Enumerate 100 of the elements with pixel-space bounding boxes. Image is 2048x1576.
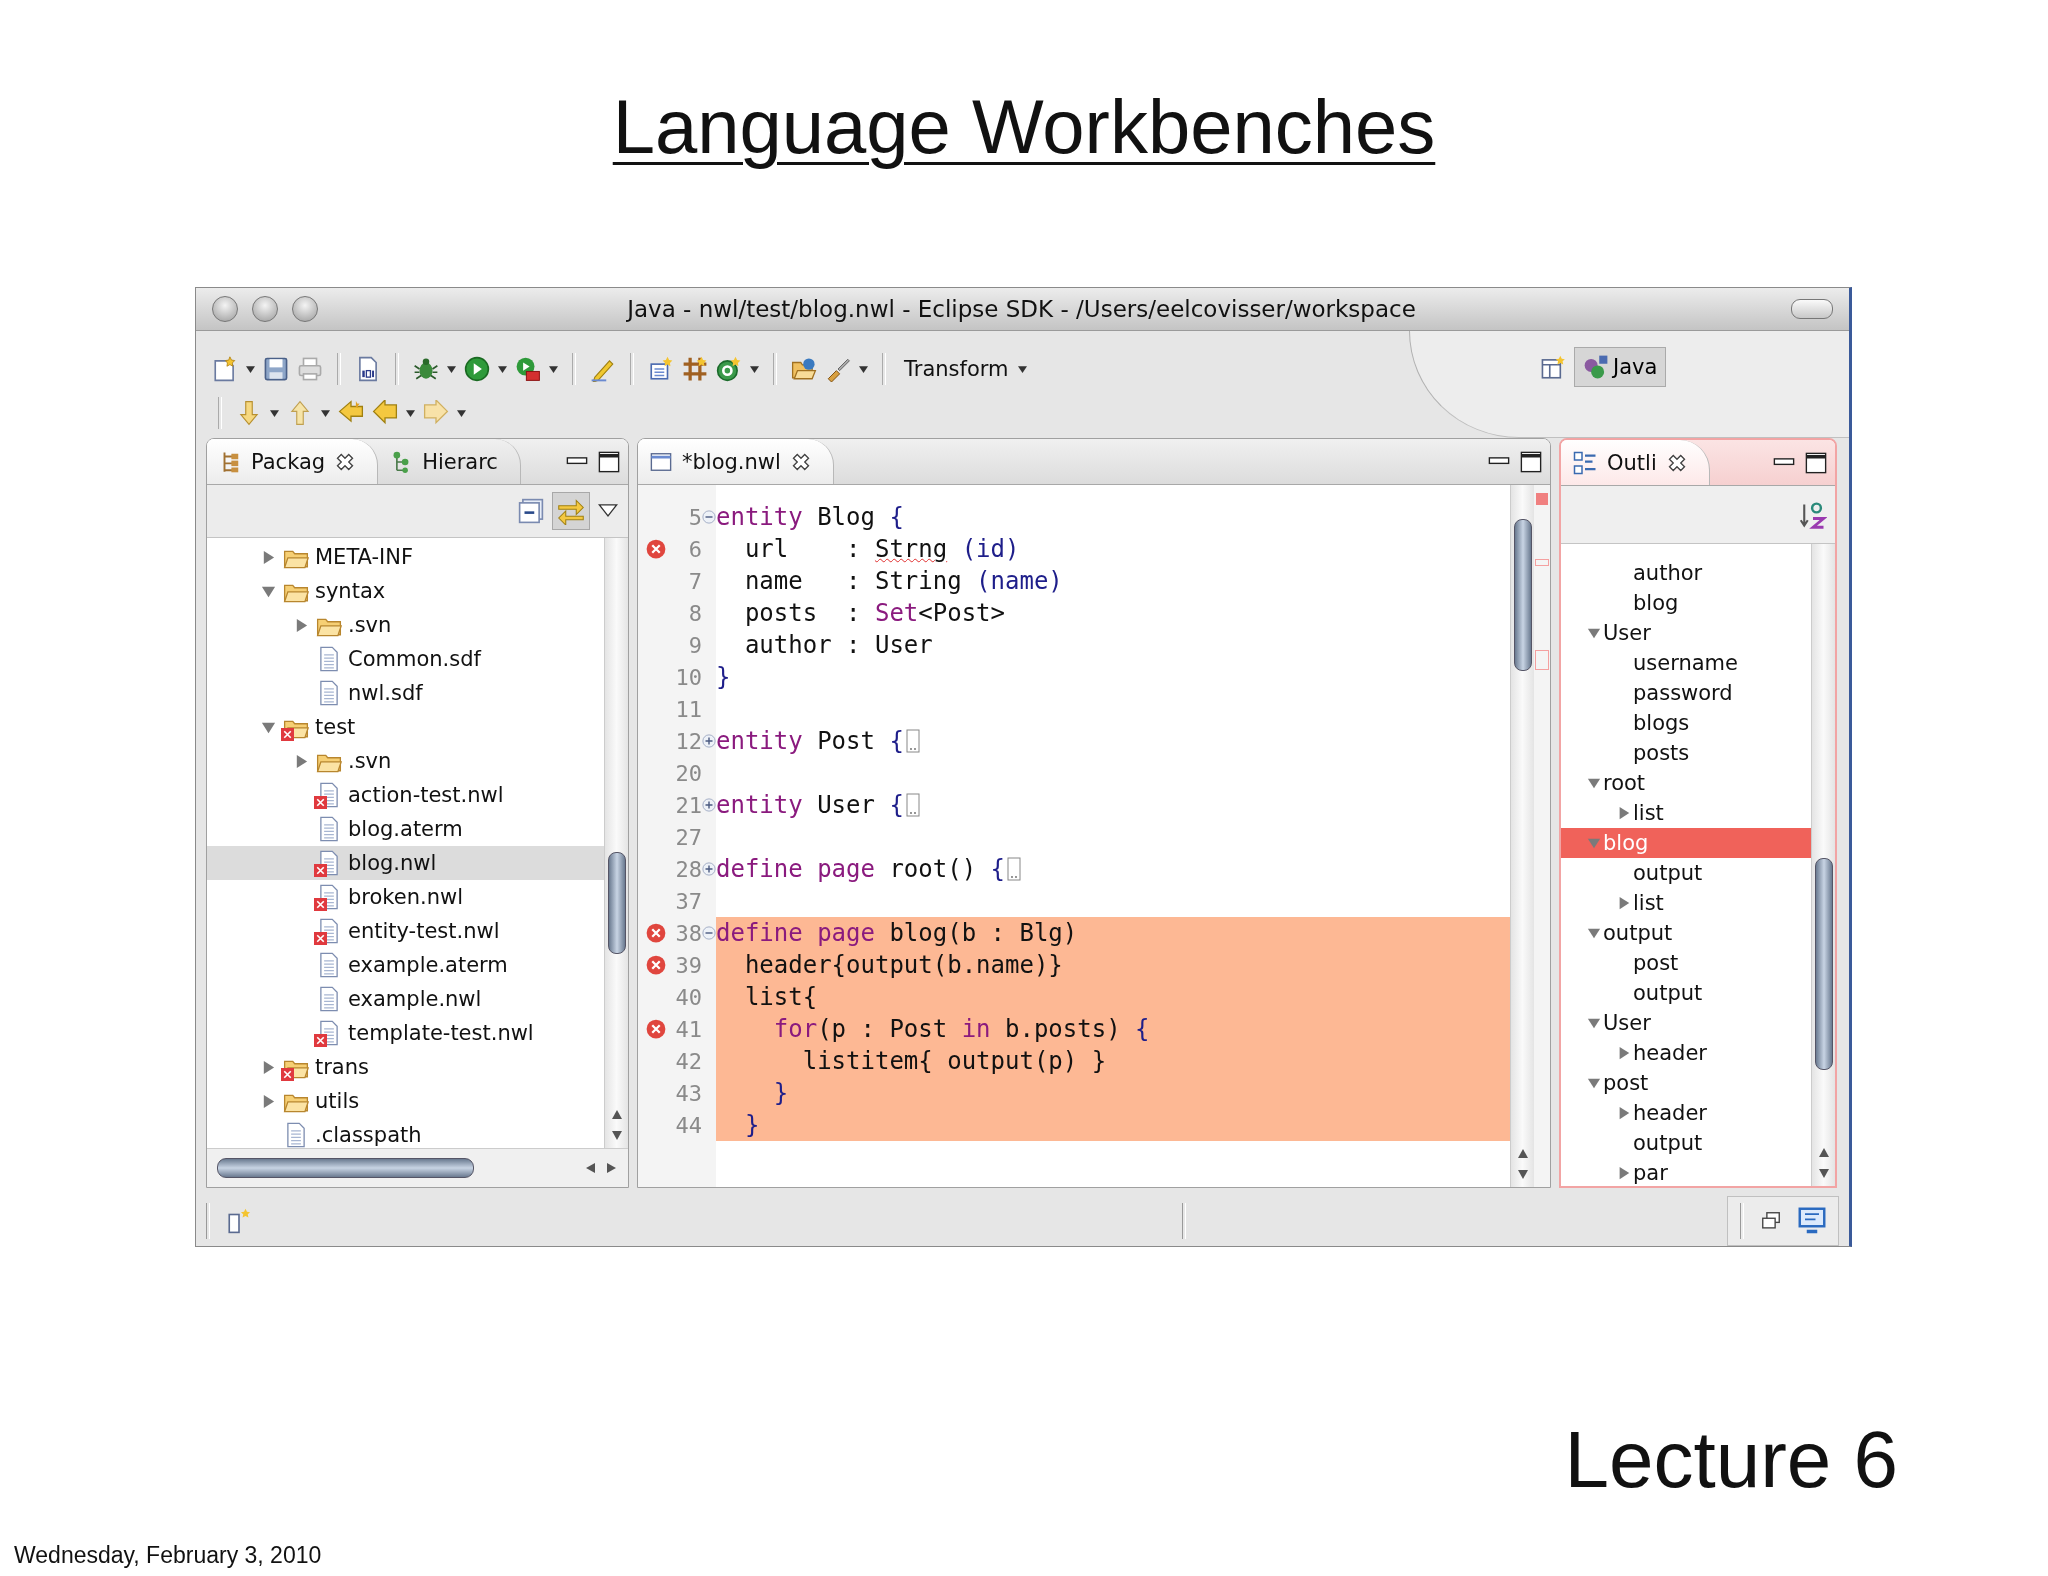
scroll-down-icon[interactable] <box>610 1130 623 1142</box>
scroll-left-icon[interactable] <box>584 1162 596 1174</box>
expand-icon[interactable] <box>702 798 716 812</box>
collapsed-arrow-icon[interactable] <box>1617 1106 1631 1120</box>
tree-item[interactable]: .classpath <box>207 1118 604 1148</box>
scrollbar-thumb[interactable] <box>607 852 626 954</box>
scroll-right-icon[interactable] <box>606 1162 618 1174</box>
collapse-icon[interactable] <box>702 926 716 940</box>
scroll-up-icon[interactable] <box>1817 1146 1830 1158</box>
outline-item[interactable]: posts <box>1561 738 1811 768</box>
caret-icon[interactable] <box>406 409 415 417</box>
tree-item[interactable]: entity-test.nwl <box>207 914 604 948</box>
outline-tab[interactable]: Outli <box>1561 440 1710 485</box>
tree-item[interactable]: .svn <box>207 608 604 642</box>
tree-item[interactable]: template-test.nwl <box>207 1016 604 1050</box>
outline-item[interactable]: post <box>1561 948 1811 978</box>
expand-icon[interactable] <box>702 862 716 876</box>
grid-icon[interactable] <box>682 356 708 382</box>
expanded-arrow-icon[interactable] <box>1587 626 1601 640</box>
outline-item[interactable]: post <box>1561 1068 1811 1098</box>
caret-icon[interactable] <box>321 409 330 417</box>
caret-icon[interactable] <box>549 365 558 373</box>
bug-icon[interactable] <box>413 356 439 382</box>
outline-item[interactable]: blogs <box>1561 708 1811 738</box>
tree-item[interactable]: nwl.sdf <box>207 676 604 710</box>
tree-item[interactable]: syntax <box>207 574 604 608</box>
open-folder-icon[interactable] <box>791 356 817 382</box>
new-class-icon[interactable] <box>716 356 742 382</box>
tree-item[interactable]: broken.nwl <box>207 880 604 914</box>
window-button[interactable] <box>252 296 278 322</box>
outline-item[interactable]: list <box>1561 798 1811 828</box>
expanded-arrow-icon[interactable] <box>1587 776 1601 790</box>
collapsed-arrow-icon[interactable] <box>1617 896 1631 910</box>
run-icon[interactable] <box>464 356 490 382</box>
outline-item[interactable]: output <box>1561 918 1811 948</box>
expanded-arrow-icon[interactable] <box>1587 1016 1601 1030</box>
collapsed-arrow-icon[interactable] <box>1617 806 1631 820</box>
maximize-icon[interactable] <box>1520 450 1542 473</box>
expanded-arrow-icon[interactable] <box>1587 926 1601 940</box>
folded-code-icon[interactable] <box>1007 857 1021 881</box>
monitor-icon[interactable] <box>1798 1206 1826 1235</box>
open-perspective-icon[interactable] <box>1540 355 1566 381</box>
maximize-icon[interactable] <box>1805 451 1827 474</box>
expand-icon[interactable] <box>702 734 716 748</box>
scroll-down-icon[interactable] <box>1516 1169 1529 1181</box>
expanded-arrow-icon[interactable] <box>1587 1076 1601 1090</box>
scrollbar-thumb[interactable] <box>1513 519 1532 671</box>
tree-item[interactable]: blog.aterm <box>207 812 604 846</box>
caret-icon[interactable] <box>750 365 759 373</box>
collapse-all-icon[interactable] <box>518 498 544 524</box>
outline-item[interactable]: output <box>1561 978 1811 1008</box>
restore-icon[interactable] <box>1760 1209 1782 1232</box>
run-tool-icon[interactable] <box>515 356 541 382</box>
view-tab[interactable]: Packag <box>207 439 379 484</box>
outline-item[interactable]: blog <box>1561 588 1811 618</box>
caret-icon[interactable] <box>498 365 507 373</box>
outline-item[interactable]: output <box>1561 858 1811 888</box>
tree-item[interactable]: action-test.nwl <box>207 778 604 812</box>
tree-item[interactable]: utils <box>207 1084 604 1118</box>
transform-menu[interactable]: Transform <box>900 355 1032 383</box>
toolbar-toggle-button[interactable] <box>1791 299 1833 319</box>
close-icon[interactable] <box>335 451 356 472</box>
scrollbar-thumb[interactable] <box>1814 858 1833 1070</box>
brush-icon[interactable] <box>825 356 851 382</box>
outline-item[interactable]: author <box>1561 558 1811 588</box>
caret-icon[interactable] <box>447 365 456 373</box>
editor-tab[interactable]: *blog.nwl <box>638 439 834 484</box>
scroll-up-icon[interactable] <box>610 1108 623 1120</box>
scrollbar-thumb[interactable] <box>217 1158 474 1178</box>
new-package-icon[interactable] <box>648 356 674 382</box>
tree-item[interactable]: example.aterm <box>207 948 604 982</box>
outline-item[interactable]: username <box>1561 648 1811 678</box>
caret-icon[interactable] <box>270 409 279 417</box>
maximize-icon[interactable] <box>598 450 620 473</box>
outline-item[interactable]: password <box>1561 678 1811 708</box>
tree-item[interactable]: test <box>207 710 604 744</box>
save-icon[interactable] <box>263 356 289 382</box>
outline-item[interactable]: root <box>1561 768 1811 798</box>
outline-item[interactable]: User <box>1561 618 1811 648</box>
outline-item[interactable]: header <box>1561 1038 1811 1068</box>
java-perspective-button[interactable]: Java <box>1574 347 1667 387</box>
scroll-down-icon[interactable] <box>1817 1168 1830 1180</box>
folded-code-icon[interactable] <box>905 793 920 817</box>
caret-icon[interactable] <box>457 409 466 417</box>
scroll-up-icon[interactable] <box>1516 1147 1529 1159</box>
collapsed-arrow-icon[interactable] <box>1617 1046 1631 1060</box>
caret-icon[interactable] <box>246 365 255 373</box>
outline-item[interactable]: list <box>1561 888 1811 918</box>
close-icon[interactable] <box>1666 452 1687 473</box>
tree-item[interactable]: .svn <box>207 744 604 778</box>
collapsed-arrow-icon[interactable] <box>1617 1166 1631 1180</box>
new-file-icon[interactable] <box>212 356 238 382</box>
tree-item[interactable]: Common.sdf <box>207 642 604 676</box>
sort-icon[interactable] <box>1799 500 1827 529</box>
caret-icon[interactable] <box>859 365 868 373</box>
tree-item[interactable]: trans <box>207 1050 604 1084</box>
outline-item[interactable]: User <box>1561 1008 1811 1038</box>
outline-item[interactable]: header <box>1561 1098 1811 1128</box>
folded-code-icon[interactable] <box>905 729 920 753</box>
collapse-icon[interactable] <box>702 510 716 524</box>
